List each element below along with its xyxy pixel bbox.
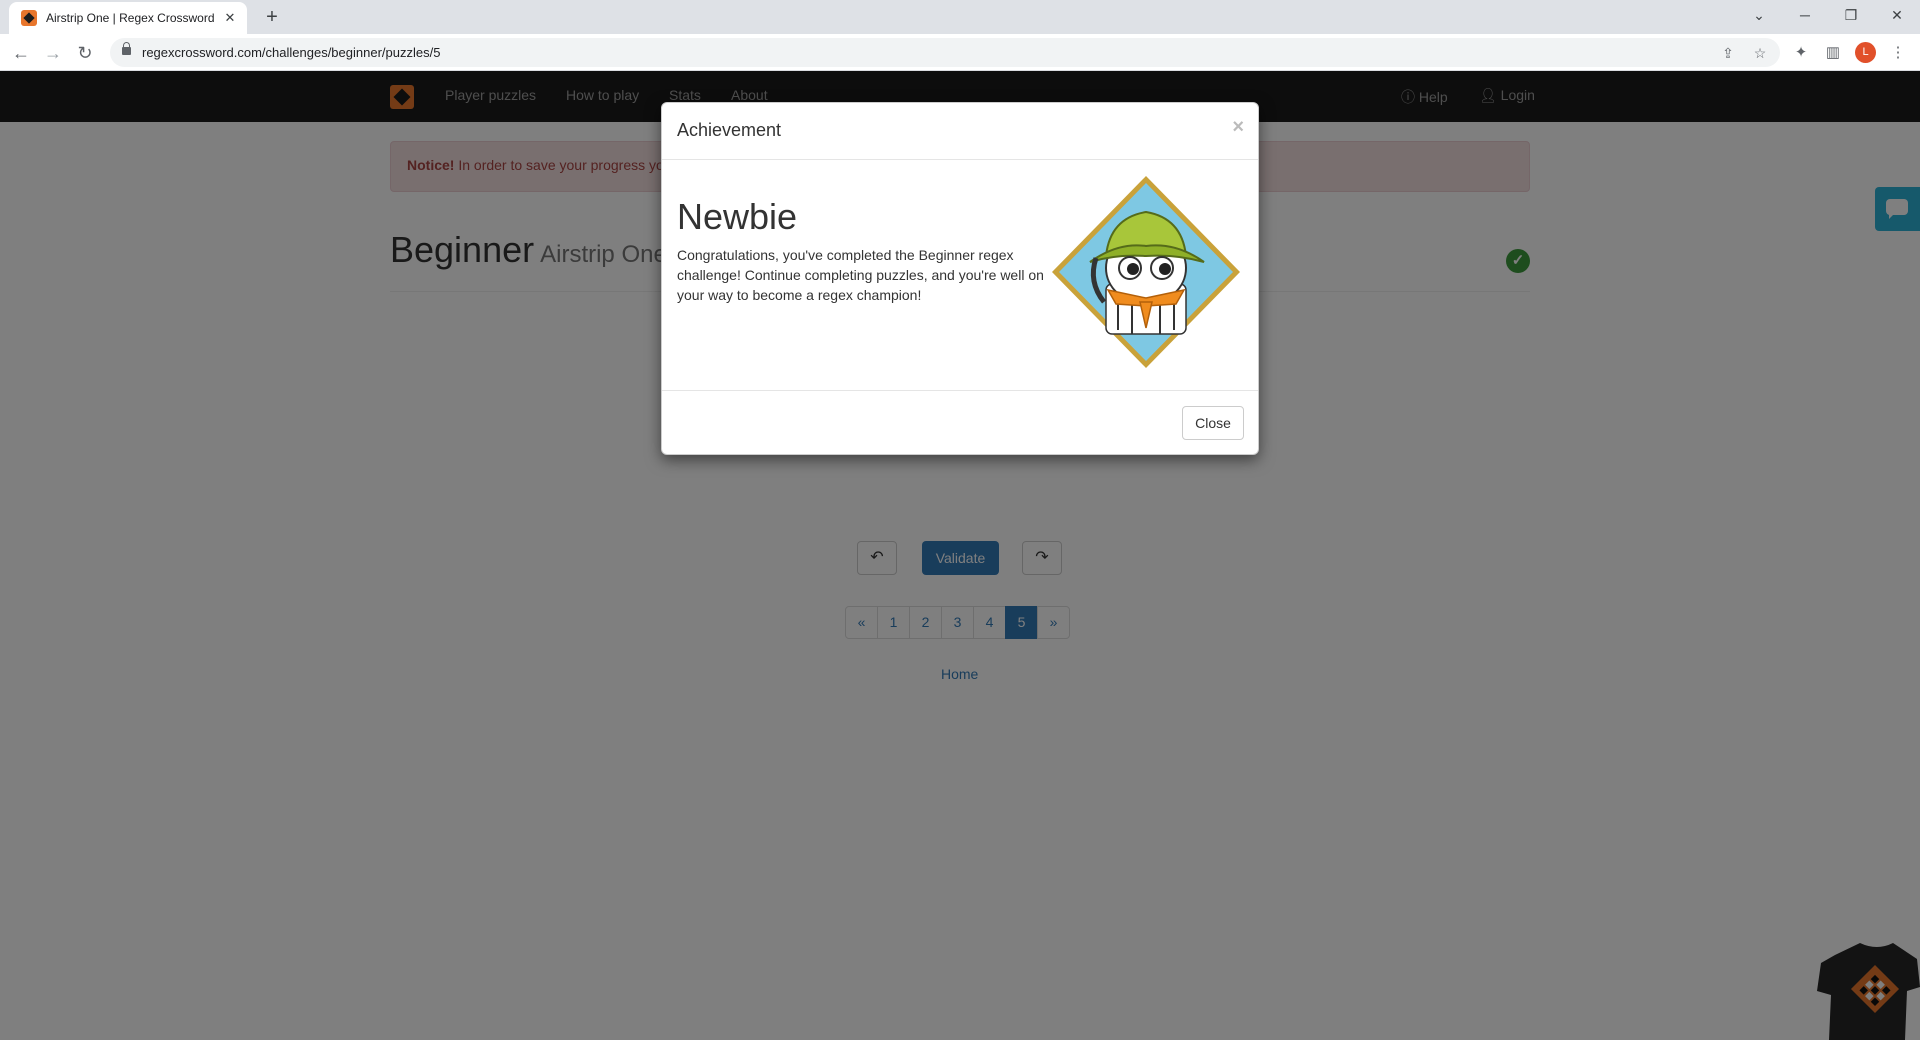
kebab-menu-icon[interactable]: ⋮ [1886, 41, 1910, 65]
address-bar[interactable]: regexcrossword.com/challenges/beginner/p… [110, 38, 1780, 67]
modal-close-icon[interactable]: × [1232, 116, 1244, 139]
modal-title: Achievement [677, 120, 782, 140]
minimize-icon[interactable]: ─ [1782, 0, 1828, 30]
extensions-icon[interactable]: ✦ [1789, 41, 1813, 65]
achievement-modal: Achievement × Newbie Congratulations, yo… [661, 102, 1259, 455]
forward-arrow-icon[interactable]: → [39, 39, 67, 67]
achievement-title: Newbie [677, 196, 798, 237]
newbie-badge-icon [1052, 176, 1240, 368]
close-button[interactable]: Close [1182, 406, 1244, 440]
url-text[interactable]: regexcrossword.com/challenges/beginner/p… [142, 45, 440, 60]
browser-tabstrip: Airstrip One | Regex Crossword ✕ + ⌄ ─ ❐… [0, 0, 1920, 34]
tab-title: Airstrip One | Regex Crossword [46, 11, 215, 25]
tab-search-icon[interactable]: ⌄ [1736, 0, 1782, 30]
page-viewport: Player puzzles How to play Stats About ⓘ… [0, 71, 1920, 1040]
modal-body: Newbie Congratulations, you've completed… [662, 160, 1258, 392]
modal-header: Achievement × [662, 103, 1258, 160]
profile-avatar[interactable]: L [1855, 42, 1876, 63]
reload-icon[interactable]: ↻ [71, 39, 99, 67]
site-favicon-icon [21, 10, 37, 26]
modal-footer: Close [662, 390, 1258, 454]
lock-icon [122, 42, 131, 55]
new-tab-button[interactable]: + [260, 5, 284, 29]
side-panel-icon[interactable]: ▥ [1821, 41, 1845, 65]
star-icon[interactable]: ☆ [1750, 43, 1770, 63]
browser-tab-active[interactable]: Airstrip One | Regex Crossword ✕ [9, 2, 247, 34]
window-close-icon[interactable]: ✕ [1874, 0, 1920, 30]
restore-icon[interactable]: ❐ [1828, 0, 1874, 30]
back-arrow-icon[interactable]: ← [7, 39, 35, 67]
achievement-description: Congratulations, you've completed the Be… [677, 247, 1044, 303]
share-icon[interactable]: ⇪ [1718, 43, 1738, 63]
browser-toolbar: ← → ↻ regexcrossword.com/challenges/begi… [0, 34, 1920, 71]
tab-close-icon[interactable]: ✕ [221, 10, 239, 26]
